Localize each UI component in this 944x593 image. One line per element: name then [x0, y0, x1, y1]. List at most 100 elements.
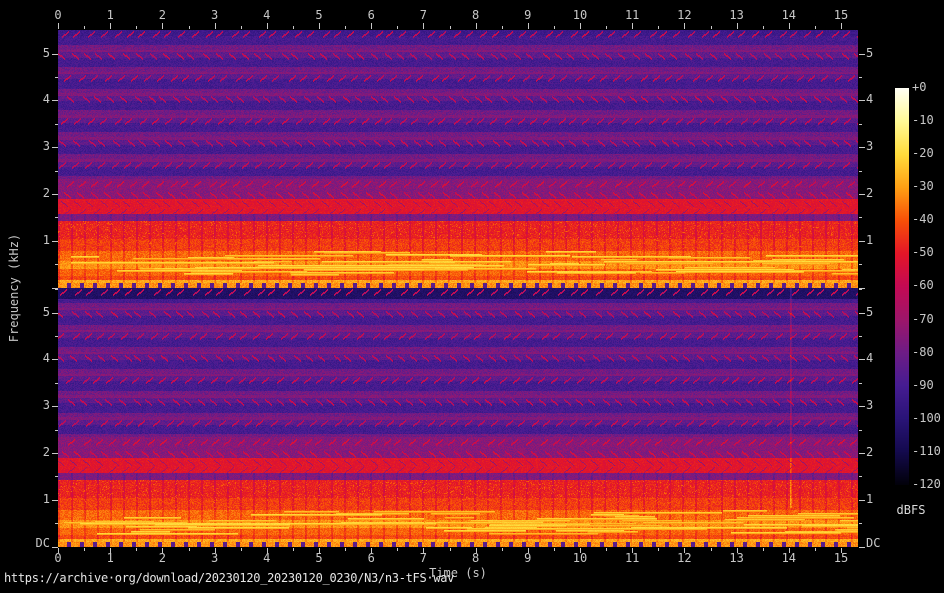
x-tick-mark: [58, 548, 59, 553]
x-tick-label-top: 9: [524, 9, 531, 22]
x-minor-tick-mark: [554, 26, 555, 29]
x-minor-tick-mark: [606, 26, 607, 29]
x-tick-mark: [423, 548, 424, 553]
x-minor-tick-mark: [345, 26, 346, 29]
freq-tick-mark: [859, 313, 865, 314]
x-minor-tick-mark: [711, 548, 712, 551]
colorbar-tick-label: -20: [912, 147, 934, 160]
colorbar-tick-label: -110: [912, 445, 941, 458]
freq-tick-label-left: 3: [10, 140, 50, 153]
freq-tick-label-left: 2: [10, 446, 50, 459]
x-tick-mark: [789, 23, 790, 29]
x-tick-mark: [267, 23, 268, 29]
x-minor-tick-mark: [293, 26, 294, 29]
freq-tick-mark: [859, 406, 865, 407]
freq-tick-label-right: 2: [866, 187, 873, 200]
x-minor-tick-mark: [815, 548, 816, 551]
freq-tick-mark: [52, 241, 58, 242]
colorbar-tick-label: -30: [912, 180, 934, 193]
freq-minor-tick-mark: [859, 336, 862, 337]
freq-minor-tick-mark: [55, 336, 58, 337]
x-tick-mark: [841, 23, 842, 29]
freq-minor-tick-mark: [859, 383, 862, 384]
freq-tick-mark: [52, 500, 58, 501]
x-tick-mark: [789, 548, 790, 553]
freq-tick-label-right: 5: [866, 306, 873, 319]
x-tick-mark: [215, 23, 216, 29]
freq-minor-tick-mark: [859, 124, 862, 125]
x-tick-mark: [423, 23, 424, 29]
x-tick-mark: [632, 548, 633, 553]
footer-url: https://archive·org/download/20230120_20…: [4, 571, 454, 585]
freq-tick-mark: [52, 100, 58, 101]
freq-tick-label-right: 3: [866, 399, 873, 412]
colorbar-tick-label: -40: [912, 213, 934, 226]
x-tick-label-top: 4: [263, 9, 270, 22]
colorbar-tick-label: -100: [912, 412, 941, 425]
x-tick-label-bottom: 7: [420, 552, 427, 565]
x-minor-tick-mark: [189, 548, 190, 551]
x-tick-mark: [684, 23, 685, 29]
freq-minor-tick-mark: [859, 523, 862, 524]
x-minor-tick-mark: [606, 548, 607, 551]
x-minor-tick-mark: [345, 548, 346, 551]
colorbar-tick-label: -80: [912, 346, 934, 359]
x-minor-tick-mark: [241, 548, 242, 551]
freq-minor-tick-mark: [55, 77, 58, 78]
x-tick-mark: [841, 548, 842, 553]
x-tick-mark: [684, 548, 685, 553]
freq-tick-mark: [859, 453, 865, 454]
freq-tick-label-right: 1: [866, 493, 873, 506]
x-tick-label-bottom: 12: [677, 552, 691, 565]
freq-tick-mark: [52, 54, 58, 55]
freq-minor-tick-mark: [55, 171, 58, 172]
freq-minor-tick-mark: [55, 523, 58, 524]
freq-dc-tick-mark: [859, 547, 865, 548]
x-tick-label-top: 5: [315, 9, 322, 22]
x-minor-tick-mark: [136, 26, 137, 29]
colorbar-tick-label: -50: [912, 246, 934, 259]
x-tick-mark: [632, 23, 633, 29]
freq-minor-tick-mark: [859, 217, 862, 218]
x-tick-label-top: 2: [159, 9, 166, 22]
x-minor-tick-mark: [450, 26, 451, 29]
freq-tick-mark: [52, 313, 58, 314]
x-tick-mark: [58, 23, 59, 29]
colorbar-tick-label: -120: [912, 478, 941, 491]
x-tick-label-bottom: 11: [625, 552, 639, 565]
x-tick-mark: [162, 23, 163, 29]
x-tick-label-bottom: 5: [315, 552, 322, 565]
x-minor-tick-mark: [502, 26, 503, 29]
x-tick-mark: [319, 548, 320, 553]
freq-minor-tick-mark: [859, 77, 862, 78]
x-minor-tick-mark: [554, 548, 555, 551]
x-minor-tick-mark: [189, 26, 190, 29]
x-minor-tick-mark: [136, 548, 137, 551]
freq-dc-tick-mark: [52, 547, 58, 548]
freq-tick-mark: [52, 453, 58, 454]
freq-minor-tick-mark: [55, 217, 58, 218]
x-minor-tick-mark: [763, 548, 764, 551]
x-tick-mark: [737, 23, 738, 29]
colorbar-unit-label: dBFS: [897, 503, 926, 517]
x-tick-mark: [215, 548, 216, 553]
freq-tick-label-left: 5: [10, 47, 50, 60]
freq-tick-label-right: 3: [866, 140, 873, 153]
x-tick-label-bottom: 8: [472, 552, 479, 565]
x-tick-label-bottom: 0: [54, 552, 61, 565]
x-minor-tick-mark: [711, 26, 712, 29]
x-tick-mark: [528, 548, 529, 553]
x-tick-label-bottom: 2: [159, 552, 166, 565]
x-tick-mark: [110, 548, 111, 553]
x-tick-mark: [476, 23, 477, 29]
x-tick-label-bottom: 1: [107, 552, 114, 565]
spectrogram-canvas: [58, 30, 858, 547]
x-minor-tick-mark: [84, 548, 85, 551]
freq-tick-mark: [859, 147, 865, 148]
x-minor-tick-mark: [763, 26, 764, 29]
freq-tick-mark: [859, 54, 865, 55]
freq-tick-label-left: 1: [10, 493, 50, 506]
freq-minor-tick-mark: [55, 476, 58, 477]
x-minor-tick-mark: [293, 548, 294, 551]
x-tick-mark: [162, 548, 163, 553]
